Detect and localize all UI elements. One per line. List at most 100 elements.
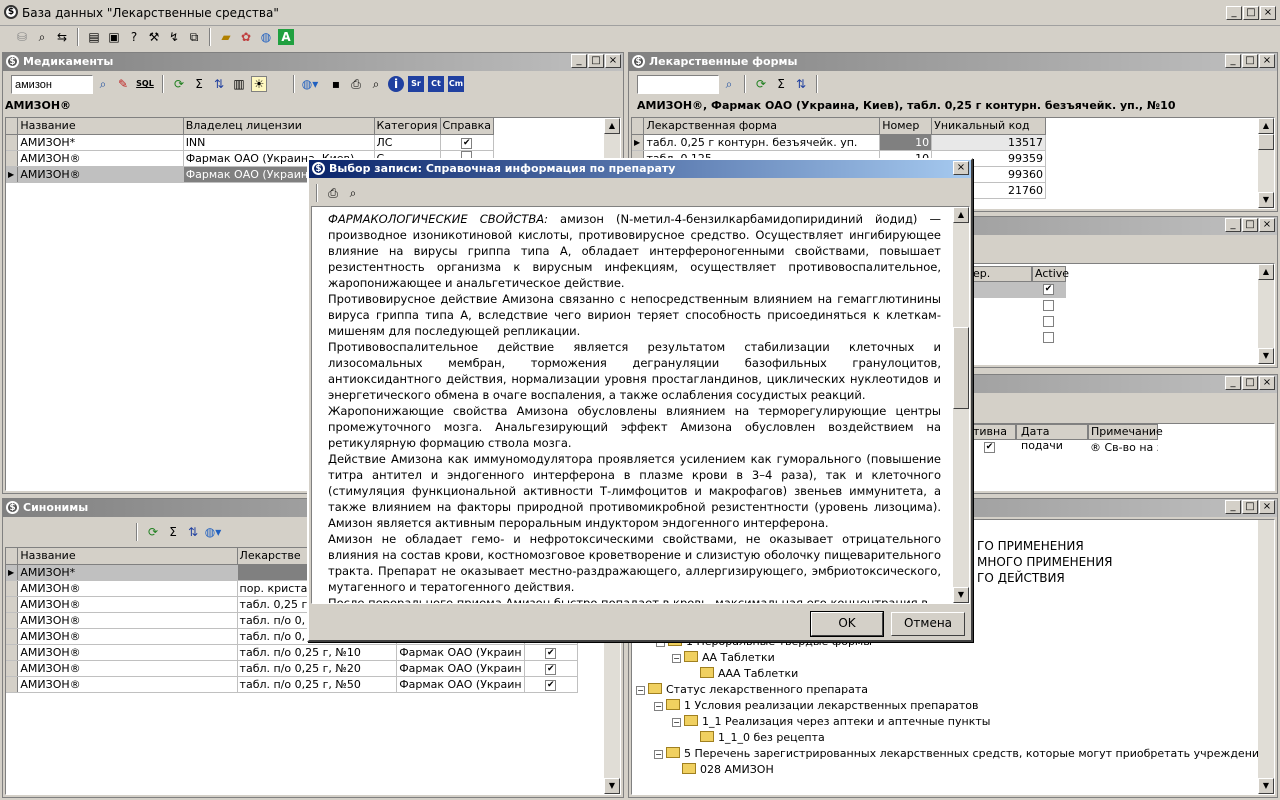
scroll-up-button[interactable]: ▲ bbox=[604, 118, 620, 134]
col-code-header[interactable]: Уникальный код bbox=[931, 118, 1046, 135]
col-note-header[interactable]: Примечание bbox=[1088, 424, 1163, 440]
search-icon[interactable]: ⌕ bbox=[721, 76, 737, 92]
scroll-up-button[interactable]: ▲ bbox=[1258, 118, 1274, 134]
col-a-header[interactable]: ер. bbox=[968, 266, 1032, 282]
medicaments-maximize-button[interactable]: □ bbox=[588, 54, 604, 68]
row-checkbox[interactable]: ✔ bbox=[545, 664, 557, 675]
panel-four-minimize-button[interactable]: _ bbox=[1225, 376, 1241, 390]
collapse-icon[interactable]: − bbox=[636, 686, 645, 695]
tree-node[interactable]: 1_1_0 без рецепта bbox=[700, 730, 825, 746]
sort-icon[interactable]: ⇅ bbox=[185, 524, 201, 540]
cancel-button[interactable]: Отмена bbox=[891, 612, 965, 636]
cell-owner[interactable]: Фармак ОАО (Украин bbox=[396, 660, 525, 677]
panel-five-minimize-button[interactable]: _ bbox=[1225, 500, 1241, 514]
table-row[interactable]: АМИЗОН® табл. п/о 0,25 г, №20 Фармак ОАО (… bbox=[6, 660, 579, 677]
layout-icon[interactable]: ▤ bbox=[86, 29, 102, 45]
ct-icon[interactable]: Ct bbox=[428, 76, 444, 92]
col-active-header[interactable]: Active bbox=[1032, 266, 1069, 282]
scroll-down-button[interactable]: ▼ bbox=[1258, 778, 1274, 794]
cell-name[interactable]: АМИЗОН® bbox=[17, 660, 238, 677]
cell-form[interactable]: табл. п/о 0,25 г, №10 bbox=[237, 644, 398, 661]
globe-icon[interactable]: ◍ bbox=[258, 29, 274, 45]
cell-code[interactable]: 13517 bbox=[931, 134, 1046, 151]
wizard-icon[interactable]: ↯ bbox=[166, 29, 182, 45]
cell-form[interactable]: табл. 0,25 г контурн. безъячейк. уп. bbox=[643, 134, 881, 151]
refresh-db-icon[interactable]: ⛁ bbox=[14, 29, 30, 45]
col-name-header[interactable]: Название bbox=[17, 548, 238, 565]
help-icon[interactable]: ? bbox=[126, 29, 142, 45]
columns-icon[interactable]: ▥ bbox=[231, 76, 247, 92]
panel-five-maximize-button[interactable]: □ bbox=[1242, 500, 1258, 514]
active-checkbox[interactable] bbox=[1043, 316, 1054, 327]
scroll-up-button[interactable]: ▲ bbox=[953, 207, 969, 223]
collapse-icon[interactable]: − bbox=[672, 718, 681, 727]
row-checkbox[interactable]: ✔ bbox=[545, 648, 557, 659]
preview-icon[interactable]: ⌕ bbox=[368, 76, 384, 92]
tree-node[interactable]: ААА Таблетки bbox=[700, 666, 798, 682]
tools-icon[interactable]: ⚒ bbox=[146, 29, 162, 45]
cm-icon[interactable]: Cm bbox=[448, 76, 464, 92]
sort-icon[interactable]: ⇅ bbox=[211, 76, 227, 92]
col-reference-header[interactable]: Справка bbox=[440, 118, 495, 135]
refresh-icon[interactable]: ⟳ bbox=[145, 524, 161, 540]
tree-node[interactable]: −1 Условия реализации лекарственных преп… bbox=[654, 698, 978, 714]
panel-three-scrollbar[interactable]: ▲ ▼ bbox=[1258, 264, 1274, 364]
print-icon[interactable]: ⎙ bbox=[348, 76, 364, 92]
cell-name[interactable]: АМИЗОН® bbox=[17, 596, 238, 613]
sr-icon[interactable]: Sr bbox=[408, 76, 424, 92]
col-active-header[interactable]: тивна bbox=[968, 424, 1016, 440]
tree-node[interactable]: 028 АМИЗОН bbox=[682, 762, 774, 778]
app-close-button[interactable]: × bbox=[1260, 6, 1276, 20]
find-icon[interactable]: ⌕ bbox=[34, 29, 50, 45]
palette-icon[interactable]: ✿ bbox=[238, 29, 254, 45]
reference-text-area[interactable]: ФАРМАКОЛОГИЧЕСКИЕ СВОЙСТВА: амизон (N-ме… bbox=[311, 206, 970, 604]
panel-three-close-button[interactable]: × bbox=[1259, 218, 1275, 232]
tree-node[interactable]: − Статус лекарственного препарата bbox=[636, 682, 868, 698]
cell-name[interactable]: АМИЗОН* bbox=[17, 564, 238, 581]
refresh-icon[interactable]: ⟳ bbox=[753, 76, 769, 92]
tree-node[interactable]: ГО ПРИМЕНЕНИЯ bbox=[977, 538, 1084, 554]
scroll-down-button[interactable]: ▼ bbox=[953, 587, 969, 603]
col-form-header[interactable]: Лекарственная форма bbox=[643, 118, 881, 135]
tree-node[interactable]: − АА Таблетки bbox=[672, 650, 775, 666]
search-icon[interactable]: ⌕ bbox=[95, 76, 111, 92]
cell-name[interactable]: АМИЗОН® bbox=[17, 166, 184, 183]
medicaments-close-button[interactable]: × bbox=[605, 54, 621, 68]
table-row[interactable]: АМИЗОН* INN ЛС ✔ bbox=[6, 134, 495, 151]
collapse-icon[interactable]: − bbox=[654, 702, 663, 711]
cell-owner[interactable]: Фармак ОАО (Украин bbox=[396, 676, 525, 693]
scroll-down-button[interactable]: ▼ bbox=[604, 778, 620, 794]
cell-number[interactable]: 10 bbox=[879, 134, 933, 151]
font-a-icon[interactable]: A bbox=[278, 29, 294, 45]
clear-filter-icon[interactable]: ✎ bbox=[115, 76, 131, 92]
scroll-thumb[interactable] bbox=[953, 327, 969, 409]
text-scrollbar[interactable]: ▲ ▼ bbox=[953, 207, 969, 603]
panel-three-minimize-button[interactable]: _ bbox=[1225, 218, 1241, 232]
active-checkbox[interactable] bbox=[1043, 300, 1054, 311]
col-category-header[interactable]: Категория bbox=[374, 118, 441, 135]
cell-note[interactable]: ® Св-во на зн bbox=[1090, 441, 1158, 454]
active-checkbox[interactable]: ✔ bbox=[984, 442, 995, 453]
collapse-icon[interactable]: − bbox=[672, 654, 681, 663]
col-date-header[interactable]: Дата подачи bbox=[1016, 424, 1088, 452]
active-checkbox[interactable]: ✔ bbox=[1043, 284, 1054, 295]
panel-four-close-button[interactable]: × bbox=[1259, 376, 1275, 390]
cell-owner[interactable]: INN bbox=[183, 134, 375, 151]
cell-form[interactable]: табл. п/о 0,25 г, №50 bbox=[237, 676, 398, 693]
row-checkbox[interactable]: ✔ bbox=[545, 680, 557, 691]
sum-icon[interactable]: Σ bbox=[191, 76, 207, 92]
cell-form[interactable]: табл. п/о 0,25 г, №20 bbox=[237, 660, 398, 677]
reference-checkbox[interactable]: ✔ bbox=[461, 138, 473, 149]
tree-node[interactable]: −5 Перечень зарегистрированных лекарстве… bbox=[654, 746, 1274, 762]
refresh-icon[interactable]: ⟳ bbox=[171, 76, 187, 92]
cell-name[interactable]: АМИЗОН* bbox=[17, 134, 184, 151]
sum-icon[interactable]: Σ bbox=[773, 76, 789, 92]
app-minimize-button[interactable]: _ bbox=[1226, 6, 1242, 20]
scroll-down-button[interactable]: ▼ bbox=[1258, 192, 1274, 208]
open-folder-icon[interactable]: ▰ bbox=[218, 29, 234, 45]
panel-five-close-button[interactable]: × bbox=[1259, 500, 1275, 514]
panel-four-maximize-button[interactable]: □ bbox=[1242, 376, 1258, 390]
scroll-up-button[interactable]: ▲ bbox=[1258, 264, 1274, 280]
cell-name[interactable]: АМИЗОН® bbox=[17, 644, 238, 661]
sort-icon[interactable]: ⇅ bbox=[793, 76, 809, 92]
